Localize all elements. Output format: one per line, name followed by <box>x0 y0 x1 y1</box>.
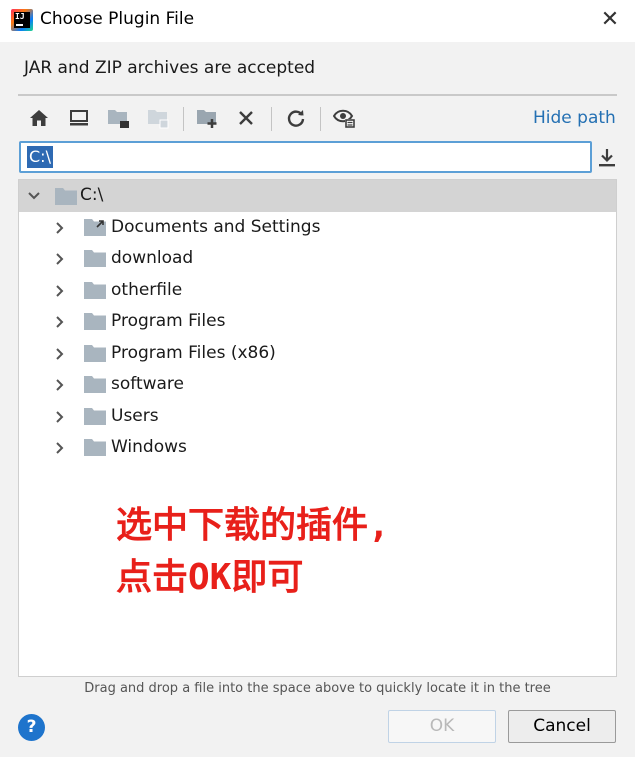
desktop-icon[interactable] <box>64 102 94 134</box>
tree-item-windows[interactable]: Windows <box>19 433 616 463</box>
path-input-value: C:\ <box>27 146 53 168</box>
download-icon[interactable] <box>596 146 618 170</box>
title-bar: IJ Choose Plugin File ✕ <box>0 0 635 42</box>
window-title: Choose Plugin File <box>40 9 195 29</box>
tree-item-otherfile[interactable]: otherfile <box>19 276 616 306</box>
path-input[interactable]: C:\ <box>19 141 592 173</box>
tree-item-label: Users <box>111 406 159 426</box>
hide-path-link[interactable]: Hide path <box>533 108 616 128</box>
chevron-right-icon[interactable] <box>53 252 67 266</box>
tree-root-label: C:\ <box>80 185 104 205</box>
chevron-right-icon[interactable] <box>53 315 67 329</box>
toolbar-separator <box>320 107 321 131</box>
folder-icon <box>84 313 106 330</box>
shortcut-folder-icon <box>84 219 106 236</box>
tree-item-download[interactable]: download <box>19 244 616 274</box>
chevron-right-icon[interactable] <box>53 441 67 455</box>
tree-item-documents-and-settings[interactable]: Documents and Settings <box>19 213 616 243</box>
tree-root-row[interactable]: C:\ <box>19 180 616 212</box>
project-folder-icon[interactable] <box>104 102 134 134</box>
annotation-line-2: 点击OK即可 <box>116 557 304 598</box>
tree-item-program-files-x86[interactable]: Program Files (x86) <box>19 339 616 369</box>
help-icon[interactable]: ? <box>18 714 45 741</box>
toolbar-separator <box>271 107 272 131</box>
folder-icon <box>84 376 106 393</box>
tree-item-label: Program Files <box>111 311 226 331</box>
chevron-right-icon[interactable] <box>53 284 67 298</box>
tree-item-label: Program Files (x86) <box>111 343 276 363</box>
delete-icon[interactable] <box>231 102 261 134</box>
intellij-logo-icon: IJ <box>11 9 33 31</box>
refresh-icon[interactable] <box>281 102 311 134</box>
cancel-button[interactable]: Cancel <box>508 710 616 743</box>
tree-item-users[interactable]: Users <box>19 402 616 432</box>
chevron-right-icon[interactable] <box>53 410 67 424</box>
annotation-line-1: 选中下载的插件, <box>116 505 390 546</box>
divider <box>18 94 617 96</box>
chevron-down-icon[interactable] <box>27 189 41 203</box>
folder-icon <box>84 439 106 456</box>
folder-icon <box>84 408 106 425</box>
chevron-right-icon[interactable] <box>53 347 67 361</box>
red-annotation: 选中下载的插件, 点击OK即可 <box>116 500 556 604</box>
tree-item-label: Windows <box>111 437 187 457</box>
drive-folder-icon <box>55 188 77 205</box>
chevron-right-icon[interactable] <box>53 378 67 392</box>
close-button[interactable]: ✕ <box>598 8 622 32</box>
tree-item-program-files[interactable]: Program Files <box>19 307 616 337</box>
chevron-right-icon[interactable] <box>53 221 67 235</box>
ok-button[interactable]: OK <box>388 710 496 743</box>
folder-icon <box>84 345 106 362</box>
drag-drop-hint: Drag and drop a file into the space abov… <box>84 681 551 696</box>
new-folder-icon[interactable] <box>193 102 223 134</box>
toolbar-separator <box>183 107 184 131</box>
module-folder-icon[interactable] <box>144 102 174 134</box>
folder-icon <box>84 282 106 299</box>
tree-item-software[interactable]: software <box>19 370 616 400</box>
home-icon[interactable] <box>24 102 54 134</box>
tree-item-label: software <box>111 374 185 394</box>
show-hidden-icon[interactable] <box>330 102 360 134</box>
tree-item-label: Documents and Settings <box>111 217 321 237</box>
dialog-description: JAR and ZIP archives are accepted <box>24 58 316 78</box>
folder-icon <box>84 250 106 267</box>
tree-item-label: otherfile <box>111 280 183 300</box>
tree-item-label: download <box>111 248 194 268</box>
